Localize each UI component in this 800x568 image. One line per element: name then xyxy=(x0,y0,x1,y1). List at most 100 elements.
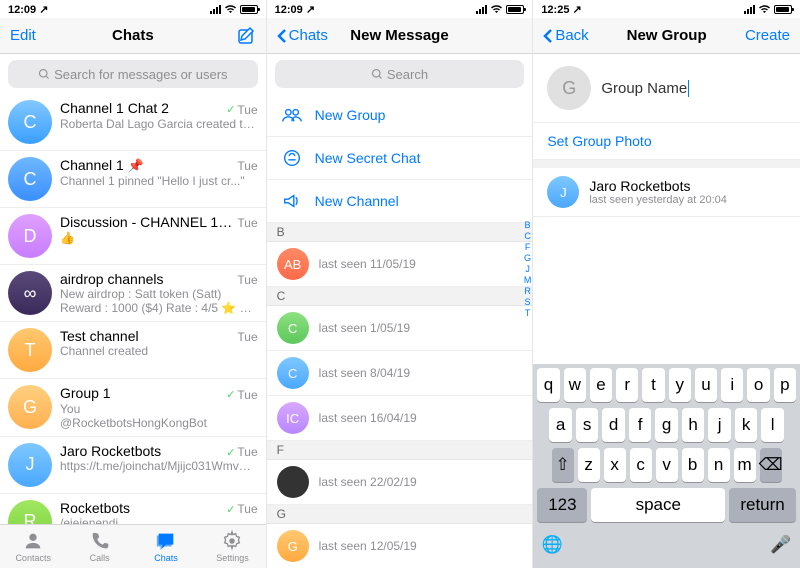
key-i[interactable]: i xyxy=(721,368,743,402)
key-m[interactable]: m xyxy=(734,448,756,482)
compose-button[interactable] xyxy=(236,26,256,46)
section-header: B xyxy=(267,223,533,242)
key-g[interactable]: g xyxy=(655,408,678,442)
chat-row[interactable]: G Group 1 ✓Tue You@RocketbotsHongKongBot xyxy=(0,379,266,437)
key-mic[interactable]: 🎤 xyxy=(766,528,796,562)
keyboard: qwertyuiop asdfghjkl ⇧zxcvbnm⌫ 123 space… xyxy=(533,364,800,568)
option-secret[interactable]: New Secret Chat xyxy=(267,137,533,180)
chat-message: Channel created xyxy=(60,344,258,358)
page-title: New Message xyxy=(350,27,448,44)
key-b[interactable]: b xyxy=(682,448,704,482)
nav-bar: Edit Chats xyxy=(0,18,266,54)
section-header: C xyxy=(267,287,533,306)
contact-row[interactable]: last seen 22/02/19 xyxy=(267,460,533,505)
tab-settings[interactable]: Settings xyxy=(199,525,265,568)
page-title: Chats xyxy=(112,27,154,44)
search-input[interactable]: Search xyxy=(275,60,525,88)
group-name-input[interactable]: Group Name xyxy=(601,80,693,97)
key-r[interactable]: r xyxy=(616,368,638,402)
key-a[interactable]: a xyxy=(549,408,572,442)
member-row[interactable]: J Jaro Rocketbots last seen yesterday at… xyxy=(533,160,800,217)
key-backspace[interactable]: ⌫ xyxy=(760,448,782,482)
contact-row[interactable]: Glast seen 12/05/19 xyxy=(267,524,533,568)
chat-row[interactable]: J Jaro Rocketbots ✓Tue https://t.me/join… xyxy=(0,437,266,494)
chat-name: Group 1 xyxy=(60,385,111,401)
wifi-icon xyxy=(224,4,237,14)
group-avatar[interactable]: G xyxy=(547,66,591,110)
chat-row[interactable]: C Channel 1 📌Tue Channel 1 pinned "Hello… xyxy=(0,151,266,208)
set-photo-button[interactable]: Set Group Photo xyxy=(533,123,800,160)
check-icon: ✓ xyxy=(226,503,235,516)
key-l[interactable]: l xyxy=(761,408,784,442)
chat-row[interactable]: C Channel 1 Chat 2 ✓Tue Roberta Dal Lago… xyxy=(0,94,266,151)
key-h[interactable]: h xyxy=(682,408,705,442)
avatar: J xyxy=(8,443,52,487)
key-n[interactable]: n xyxy=(708,448,730,482)
edit-button[interactable]: Edit xyxy=(10,27,36,44)
key-x[interactable]: x xyxy=(604,448,626,482)
avatar: C xyxy=(8,100,52,144)
chat-time: Tue xyxy=(237,330,257,344)
chat-name: Rocketbots xyxy=(60,500,130,516)
back-button[interactable]: Chats xyxy=(277,27,328,44)
signal-icon xyxy=(210,5,221,14)
avatar: J xyxy=(547,176,579,208)
chat-row[interactable]: T Test channel Tue Channel created xyxy=(0,322,266,379)
key-return[interactable]: return xyxy=(729,488,796,522)
contact-status: last seen 12/05/19 xyxy=(319,539,417,553)
key-p[interactable]: p xyxy=(774,368,796,402)
contact-list: New GroupNew Secret ChatNew ChannelBABla… xyxy=(267,94,533,568)
contact-row[interactable]: ABlast seen 11/05/19 xyxy=(267,242,533,287)
avatar: C xyxy=(277,357,309,389)
chat-row[interactable]: R Rocketbots ✓Tue /ejejenendj xyxy=(0,494,266,525)
contact-row[interactable]: Clast seen 1/05/19 xyxy=(267,306,533,351)
create-button[interactable]: Create xyxy=(745,27,790,44)
key-o[interactable]: o xyxy=(747,368,769,402)
contact-row[interactable]: Clast seen 8/04/19 xyxy=(267,351,533,396)
key-z[interactable]: z xyxy=(578,448,600,482)
search-input[interactable]: Search for messages or users xyxy=(8,60,258,88)
key-c[interactable]: c xyxy=(630,448,652,482)
key-123[interactable]: 123 xyxy=(537,488,587,522)
key-shift[interactable]: ⇧ xyxy=(552,448,574,482)
chat-message-2: Reward : 1000 ($4) Rate : 4/5 ⭐ ⭐... xyxy=(60,301,258,315)
key-t[interactable]: t xyxy=(642,368,664,402)
avatar: AB xyxy=(277,248,309,280)
key-d[interactable]: d xyxy=(602,408,625,442)
avatar: IC xyxy=(277,402,309,434)
check-icon: ✓ xyxy=(226,103,235,116)
key-j[interactable]: j xyxy=(708,408,731,442)
chat-message: Channel 1 pinned "Hello I just cr..." xyxy=(60,174,258,188)
avatar: G xyxy=(8,385,52,429)
tab-chats[interactable]: Chats xyxy=(133,525,199,568)
key-s[interactable]: s xyxy=(576,408,599,442)
section-header: F xyxy=(267,441,533,460)
back-button[interactable]: Back xyxy=(543,27,588,44)
option-label: New Group xyxy=(315,107,386,123)
key-f[interactable]: f xyxy=(629,408,652,442)
avatar: R xyxy=(8,500,52,525)
contact-row[interactable]: IClast seen 16/04/19 xyxy=(267,396,533,441)
avatar: D xyxy=(8,214,52,258)
alpha-index[interactable]: BCFGJMRST xyxy=(524,220,532,318)
avatar xyxy=(277,466,309,498)
chat-time: Tue xyxy=(237,159,257,173)
tab-calls[interactable]: Calls xyxy=(66,525,132,568)
chat-time: Tue xyxy=(237,273,257,287)
option-channel[interactable]: New Channel xyxy=(267,180,533,223)
option-group[interactable]: New Group xyxy=(267,94,533,137)
tab-contacts[interactable]: Contacts xyxy=(0,525,66,568)
chat-row[interactable]: ∞ airdrop channels Tue New airdrop : Sat… xyxy=(0,265,266,322)
key-k[interactable]: k xyxy=(735,408,758,442)
key-u[interactable]: u xyxy=(695,368,717,402)
key-globe[interactable]: 🌐 xyxy=(537,528,567,562)
key-q[interactable]: q xyxy=(537,368,559,402)
key-e[interactable]: e xyxy=(590,368,612,402)
option-label: New Secret Chat xyxy=(315,150,421,166)
key-y[interactable]: y xyxy=(669,368,691,402)
key-v[interactable]: v xyxy=(656,448,678,482)
channel-icon xyxy=(281,190,303,212)
key-space[interactable]: space xyxy=(591,488,725,522)
key-w[interactable]: w xyxy=(564,368,586,402)
chat-row[interactable]: D Discussion - CHANNEL 1 📌Tue 👍 xyxy=(0,208,266,265)
